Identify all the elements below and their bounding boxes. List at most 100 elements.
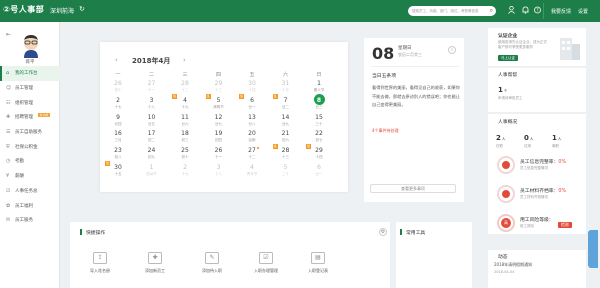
next-month-icon[interactable]: ›: [183, 56, 186, 64]
certify-button[interactable]: 马上认证: [498, 55, 518, 61]
calendar-day[interactable]: 25: [173, 147, 197, 154]
sidebar-item[interactable]: ✚ 招聘管理 新功能: [0, 110, 60, 125]
calendar-day[interactable]: 15: [307, 114, 331, 121]
lunar-date: 廿九: [282, 121, 289, 126]
quick-action-item[interactable]: ☑ 入职办理管理: [241, 252, 291, 274]
weekday-header: 一: [115, 72, 121, 78]
refresh-icon[interactable]: ↻: [79, 5, 85, 13]
calendar-day[interactable]: 5: [274, 164, 298, 171]
search-icon[interactable]: ⌕: [490, 6, 493, 16]
pending-events-link[interactable]: 4个事件待处理: [372, 128, 399, 134]
calendar-day[interactable]: 20: [240, 130, 264, 137]
calendar-day[interactable]: 19: [207, 130, 231, 137]
bell-icon[interactable]: [522, 6, 529, 16]
calendar-day[interactable]: 23: [106, 147, 130, 154]
feedback-link[interactable]: 我要反馈: [551, 8, 571, 15]
collapse-icon[interactable]: ⇤: [6, 31, 11, 38]
calendar-day[interactable]: 26: [207, 147, 231, 154]
calendar-day[interactable]: 27: [240, 147, 264, 154]
gift-icon: ✿: [6, 202, 11, 209]
overview-stat-value[interactable]: 1人: [552, 134, 561, 142]
app-logo[interactable]: ②号人事部: [3, 4, 44, 15]
user-icon[interactable]: [508, 6, 515, 16]
sidebar-item[interactable]: ☷ 组织管理: [0, 95, 60, 110]
lunar-date: 廿六: [181, 121, 189, 126]
sidebar-item[interactable]: ☑ 人事任务总: [0, 184, 60, 199]
news-item[interactable]: 2018年清明假期通知: [494, 262, 532, 268]
calendar-day[interactable]: 3: [207, 164, 231, 171]
news-title: 动态: [498, 255, 508, 260]
calendar-title: 2018年4月: [132, 57, 171, 65]
calendar-day[interactable]: 30: [106, 164, 130, 171]
sidebar-item[interactable]: ⌂ 我的工作台: [0, 66, 60, 81]
help-icon[interactable]: ?: [534, 6, 541, 16]
calendar-day[interactable]: 27: [140, 80, 164, 87]
next-day-icon[interactable]: ›: [448, 46, 456, 54]
calendar-day[interactable]: 3: [140, 97, 164, 104]
sidebar-item[interactable]: ¥ 薪酬: [0, 169, 60, 184]
calendar-day[interactable]: 18: [173, 130, 197, 137]
lunar-date: 十七: [114, 104, 122, 109]
sidebar-item[interactable]: ☺ 员工管理: [0, 81, 60, 96]
calendar-day[interactable]: 4: [173, 97, 197, 104]
quick-action-item[interactable]: ⇪ 导入花名册: [75, 252, 125, 274]
risk-check-button[interactable]: 检测: [558, 222, 572, 228]
calendar-day[interactable]: 10: [140, 114, 164, 121]
sidebar-item[interactable]: ✿ 员工福利: [0, 198, 60, 213]
lunar-date: 廿八: [248, 121, 256, 126]
company-switcher[interactable]: 深圳前海: [50, 6, 74, 15]
calendar-day[interactable]: 30: [240, 80, 264, 87]
floating-service-bar[interactable]: [588, 230, 598, 268]
quick-action-item[interactable]: ✎ 添加待入职: [187, 252, 237, 274]
calendar-day[interactable]: 14: [274, 114, 298, 121]
avatar[interactable]: [22, 34, 40, 58]
calendar-day[interactable]: 29: [307, 147, 331, 154]
more-events-button[interactable]: 查看更多事项: [370, 184, 456, 193]
calendar-day[interactable]: 1: [307, 80, 331, 87]
calendar-day[interactable]: 28: [274, 147, 298, 154]
calendar-day[interactable]: 12: [207, 114, 231, 121]
overview-stat-value[interactable]: 0人: [524, 134, 533, 142]
calendar-day[interactable]: 8: [307, 97, 331, 104]
calendar-day[interactable]: 7: [274, 97, 298, 104]
calendar-day[interactable]: 16: [106, 130, 130, 137]
calendar-day[interactable]: 9: [106, 114, 130, 121]
lunar-date: 十三: [215, 88, 222, 92]
sidebar-item[interactable]: ☰ 员工自助服务: [0, 125, 60, 140]
quick-actions-settings-icon[interactable]: ⚙: [379, 228, 387, 236]
calendar-day[interactable]: 5: [207, 97, 231, 104]
sidebar-item[interactable]: ◷ 考勤: [0, 154, 60, 169]
calendar-day[interactable]: 11: [173, 114, 197, 121]
calendar-day[interactable]: 6: [240, 97, 264, 104]
lunar-date: 十四: [315, 155, 323, 160]
calendar-day[interactable]: 2: [173, 164, 197, 171]
overview-stat-value[interactable]: 2人: [496, 134, 505, 142]
sidebar-item[interactable]: ⛨ 社保公积金: [0, 139, 60, 154]
sidebar-item[interactable]: ✉ 员工服务: [0, 213, 60, 228]
prev-month-icon[interactable]: ‹: [115, 56, 118, 64]
calendar-day[interactable]: 2: [106, 97, 130, 104]
calendar-day[interactable]: 4: [240, 164, 264, 171]
lunar-date: 愚人节: [313, 88, 325, 92]
calendar-day[interactable]: 29: [207, 80, 231, 87]
calendar-day[interactable]: 6: [307, 164, 331, 171]
global-search-input[interactable]: 搜索员工、功能、部门、岗位、考勤等信息 ⌕: [408, 6, 496, 16]
calendar-day[interactable]: 13: [240, 114, 264, 121]
calendar-day[interactable]: 22: [307, 130, 331, 137]
quick-action-item[interactable]: ✚ 添加新员工: [130, 252, 180, 274]
calendar-day[interactable]: 24: [140, 147, 164, 154]
risk-ring: 高: [497, 214, 515, 232]
quick-action-item[interactable]: ▤ 入职登记表: [293, 252, 343, 274]
rate-title: 员工信息完整率：0%: [520, 160, 567, 165]
calendar-day[interactable]: 17: [140, 130, 164, 137]
calendar-day[interactable]: 31: [274, 80, 298, 87]
lunar-date: 初八: [114, 155, 122, 160]
calendar-day[interactable]: 26: [106, 80, 130, 87]
lunar-date: 十八: [148, 104, 155, 109]
settings-link[interactable]: 设置: [578, 8, 588, 15]
calendar-day[interactable]: 1: [140, 164, 164, 171]
calendar-day[interactable]: 21: [274, 130, 298, 137]
lunar-date: 廿二: [282, 104, 289, 109]
sidebar-item-label: 员工管理: [15, 86, 33, 92]
calendar-day[interactable]: 28: [173, 80, 197, 87]
